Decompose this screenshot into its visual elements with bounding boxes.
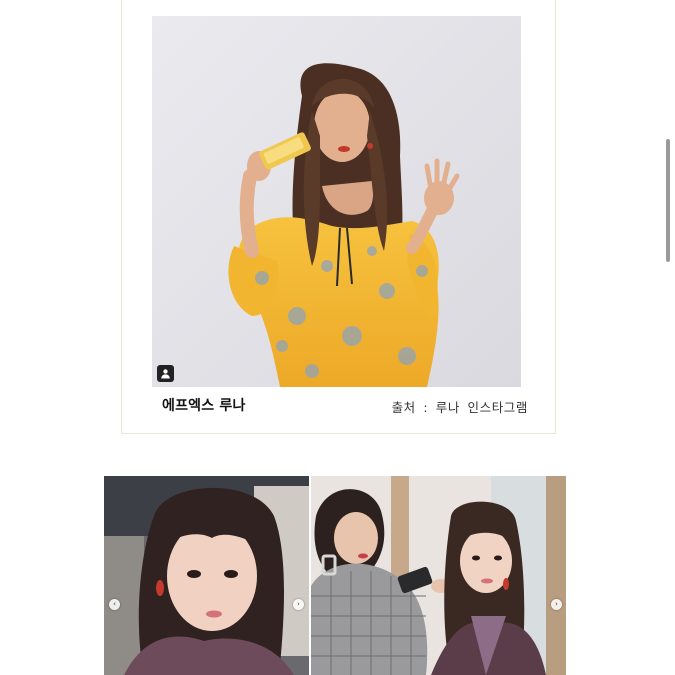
- page: 에프엑스 루나 출처 : 루나 인스타그램 ‹ › ›: [0, 0, 675, 675]
- makeup-image: [311, 476, 566, 675]
- caption-source: 출처 : 루나 인스타그램: [391, 400, 528, 415]
- caption-name: 에프엑스 루나: [162, 398, 246, 414]
- image-carousel: ‹ › ›: [104, 476, 566, 675]
- scrollbar[interactable]: [666, 139, 670, 262]
- main-photo[interactable]: [152, 16, 521, 387]
- carousel-tile-makeup[interactable]: ›: [311, 476, 566, 675]
- carousel-tile-selfie[interactable]: ‹ ›: [104, 476, 309, 675]
- main-photo-image: [152, 16, 521, 387]
- chevron-right-icon[interactable]: ›: [293, 599, 304, 610]
- user-tag-icon[interactable]: [157, 365, 174, 382]
- selfie-image: [104, 476, 309, 675]
- chevron-right-icon[interactable]: ›: [551, 599, 562, 610]
- chevron-left-icon[interactable]: ‹: [109, 599, 120, 610]
- person-icon: [161, 369, 170, 379]
